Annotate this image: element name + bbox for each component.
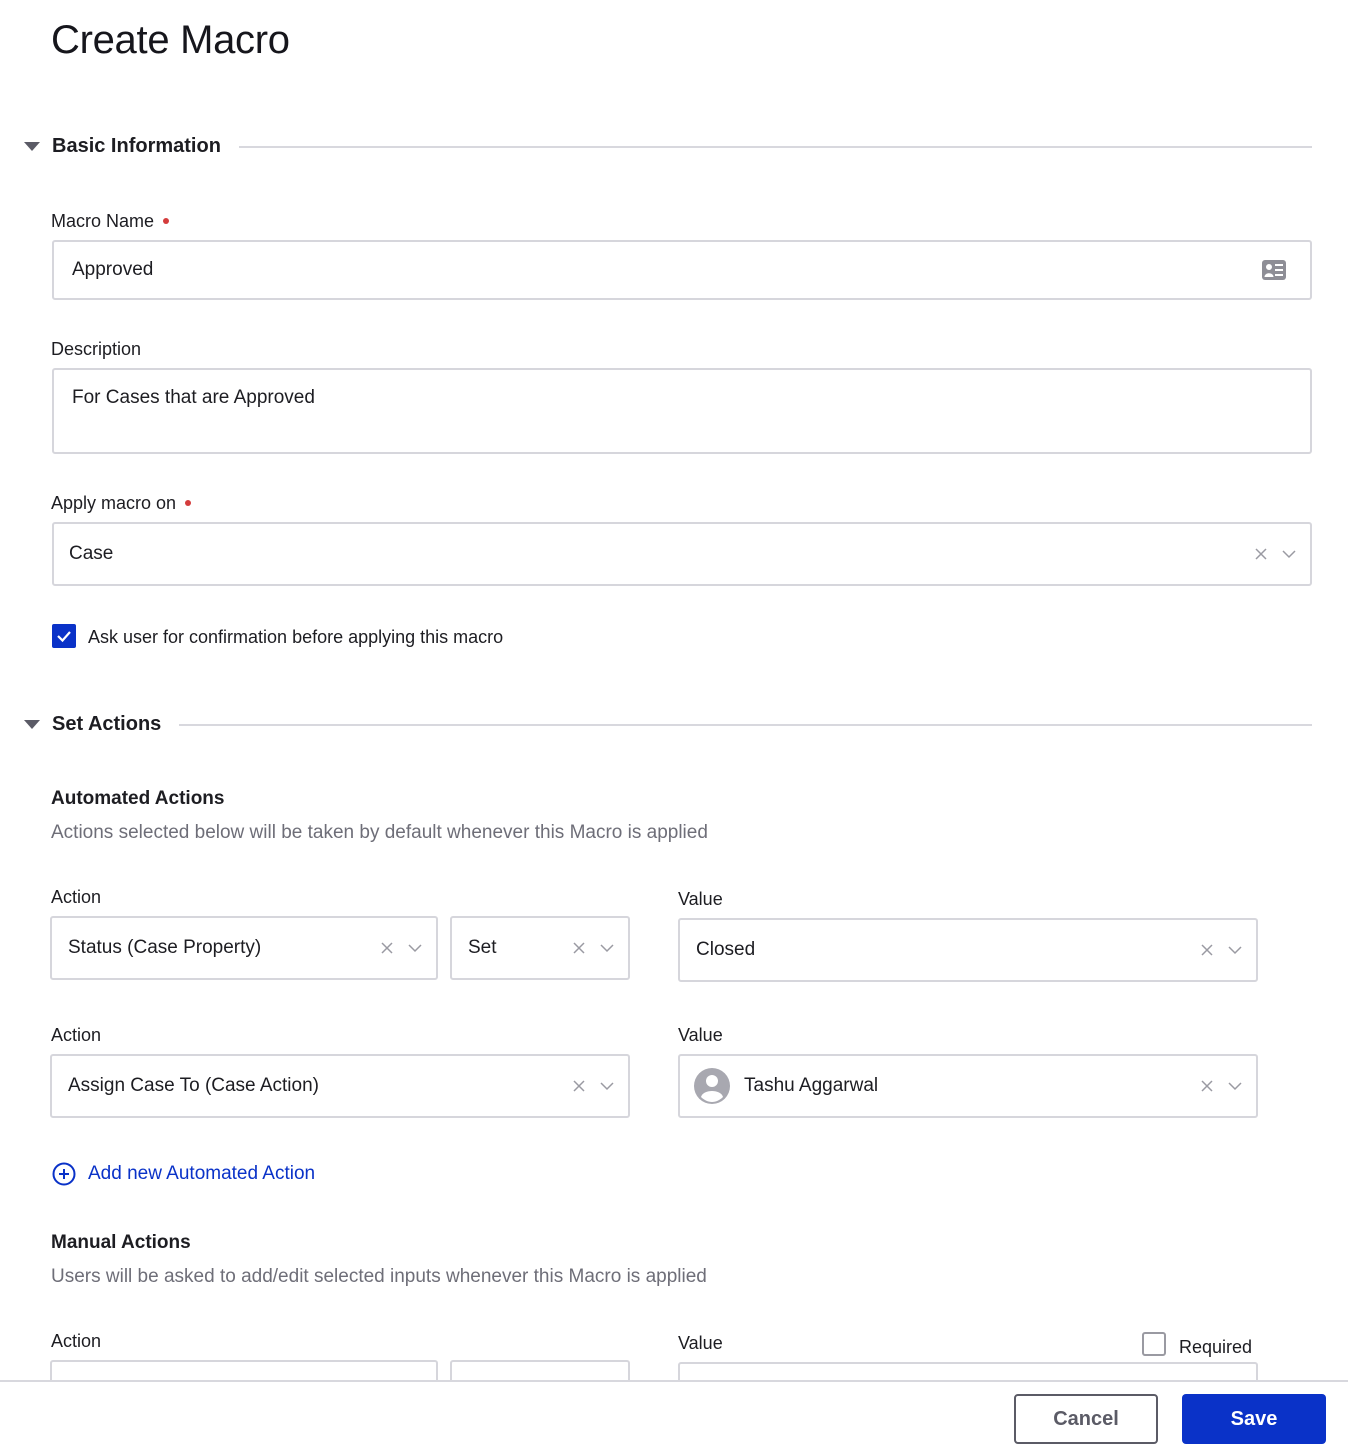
- page-title: Create Macro: [51, 18, 290, 62]
- action-select[interactable]: Assign Case To (Case Action): [50, 1054, 630, 1118]
- clear-icon[interactable]: [572, 1079, 586, 1093]
- value-label: Value: [678, 1025, 723, 1045]
- description-textarea[interactable]: For Cases that are Approved: [52, 368, 1312, 454]
- action-select[interactable]: Status (Case Property): [50, 916, 438, 980]
- operator-select[interactable]: Set: [450, 916, 630, 980]
- assignee-select[interactable]: Tashu Aggarwal: [678, 1054, 1258, 1118]
- user-avatar-icon: [694, 1068, 730, 1104]
- add-automated-action-link[interactable]: Add new Automated Action: [52, 1162, 315, 1186]
- plus-circle-icon: [52, 1162, 76, 1186]
- checkmark-icon: [57, 631, 71, 643]
- chevron-down-icon[interactable]: [1228, 943, 1242, 957]
- clear-icon[interactable]: [1254, 547, 1268, 561]
- footer-bar: Cancel Save: [0, 1380, 1348, 1450]
- macro-name-label: Macro Name: [51, 211, 170, 232]
- value-select[interactable]: Closed: [678, 918, 1258, 982]
- clear-icon[interactable]: [1200, 943, 1214, 957]
- required-label: Required: [1179, 1337, 1253, 1357]
- operator-value: Set: [468, 937, 497, 958]
- section-divider: [179, 723, 1312, 726]
- clear-icon[interactable]: [380, 941, 394, 955]
- required-indicator: [185, 500, 192, 507]
- clear-icon[interactable]: [572, 941, 586, 955]
- macro-name-label-text: Macro Name: [51, 211, 155, 231]
- action-label: Action: [51, 1331, 102, 1351]
- action-label: Action: [51, 1025, 102, 1045]
- apply-macro-on-label: Apply macro on: [51, 493, 192, 514]
- chevron-down-icon[interactable]: [1228, 1079, 1242, 1093]
- section-title: Basic Information: [52, 135, 221, 157]
- apply-macro-on-value: Case: [69, 543, 114, 564]
- description-value: For Cases that are Approved: [72, 387, 315, 408]
- chevron-down-icon[interactable]: [600, 1079, 614, 1093]
- required-indicator: [163, 218, 170, 225]
- action-value: Status (Case Property): [68, 937, 262, 958]
- cancel-button[interactable]: Cancel: [1014, 1394, 1158, 1444]
- confirmation-label: Ask user for confirmation before applyin…: [88, 627, 504, 647]
- section-divider: [238, 145, 1312, 148]
- collapse-caret-icon[interactable]: [24, 142, 40, 151]
- confirmation-checkbox[interactable]: [52, 624, 76, 648]
- assignee-name: Tashu Aggarwal: [744, 1075, 879, 1096]
- save-button[interactable]: Save: [1182, 1394, 1326, 1444]
- automated-actions-title: Automated Actions: [51, 788, 225, 809]
- action-value: Assign Case To (Case Action): [68, 1075, 319, 1096]
- macro-name-input[interactable]: Approved: [52, 240, 1312, 300]
- chevron-down-icon[interactable]: [600, 941, 614, 955]
- required-checkbox[interactable]: [1142, 1332, 1166, 1356]
- section-basic-information[interactable]: Basic Information: [24, 135, 1312, 158]
- apply-macro-on-select[interactable]: Case: [52, 522, 1312, 586]
- add-automated-action-text: Add new Automated Action: [88, 1163, 316, 1184]
- action-label: Action: [51, 887, 102, 907]
- description-label: Description: [51, 339, 142, 359]
- section-set-actions[interactable]: Set Actions: [24, 713, 1312, 736]
- collapse-caret-icon[interactable]: [24, 720, 40, 729]
- macro-name-value: Approved: [72, 259, 154, 280]
- value-text: Closed: [696, 939, 756, 960]
- value-label: Value: [678, 889, 723, 909]
- apply-macro-on-label-text: Apply macro on: [51, 493, 177, 513]
- value-label: Value: [678, 1333, 723, 1353]
- manual-actions-helper: Users will be asked to add/edit selected…: [51, 1266, 707, 1287]
- clear-icon[interactable]: [1200, 1079, 1214, 1093]
- contact-card-icon[interactable]: [1262, 260, 1286, 280]
- section-title: Set Actions: [52, 713, 162, 735]
- automated-actions-helper: Actions selected below will be taken by …: [51, 822, 708, 843]
- chevron-down-icon[interactable]: [408, 941, 422, 955]
- manual-actions-title: Manual Actions: [51, 1232, 191, 1253]
- chevron-down-icon[interactable]: [1282, 547, 1296, 561]
